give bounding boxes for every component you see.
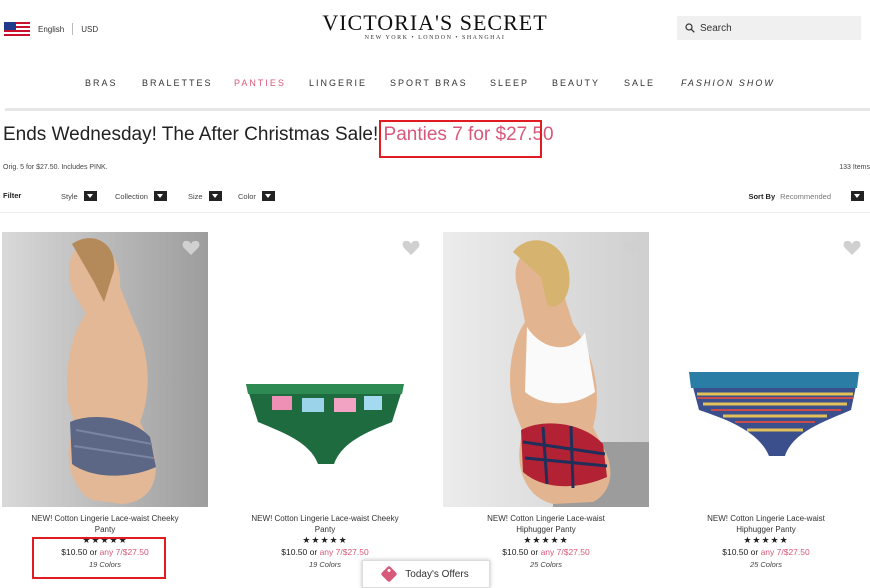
nav-item-panties[interactable]: PANTIES: [234, 78, 286, 88]
highlight-box: [379, 120, 542, 158]
offer-details: Orig. 5 for $27.50. Includes PINK.: [3, 164, 108, 171]
sort-label: Sort By: [748, 191, 776, 201]
sort-dropdown[interactable]: Sort By Recommended: [748, 189, 864, 203]
nav-item-sleep[interactable]: SLEEP: [490, 78, 529, 88]
product-name[interactable]: NEW! Cotton Lingerie Lace-waist Cheeky P…: [2, 513, 208, 535]
product-name-line: NEW! Cotton Lingerie Lace-waist: [487, 514, 605, 523]
todays-offers-button[interactable]: Today's Offers: [362, 560, 490, 588]
chevron-down-icon[interactable]: [83, 191, 97, 201]
product-name[interactable]: NEW! Cotton Lingerie Lace-waist Hiphugge…: [443, 513, 649, 535]
filter-color[interactable]: Color: [238, 189, 275, 203]
product-name-line: NEW! Cotton Lingerie Lace-waist Cheeky: [31, 514, 179, 523]
price-value: $10.50 or: [281, 547, 318, 557]
filter-style-label: Style: [61, 191, 78, 201]
model-photo: [510, 240, 649, 507]
filter-label: Filter: [3, 191, 22, 200]
item-count: 133 Items: [839, 164, 870, 171]
nav-item-bralettes[interactable]: BRALETTES: [142, 78, 213, 88]
search-box[interactable]: [677, 16, 861, 40]
product-name[interactable]: NEW! Cotton Lingerie Lace-waist Cheeky P…: [222, 513, 428, 535]
filter-bar: Filter Style Collection Size Color Sort …: [0, 189, 870, 205]
heart-icon[interactable]: [402, 240, 420, 256]
nav-item-sale[interactable]: SALE: [624, 78, 655, 88]
heart-icon[interactable]: [623, 240, 641, 256]
nav-item-lingerie[interactable]: LINGERIE: [309, 78, 367, 88]
product-name-line: NEW! Cotton Lingerie Lace-waist Cheeky: [251, 514, 399, 523]
top-bar: English USD VICTORIA'S SECRET NEW YORK •…: [0, 0, 870, 60]
sort-value: Recommended: [780, 191, 831, 201]
chevron-down-icon[interactable]: [153, 191, 167, 201]
nav-item-beauty[interactable]: BEAUTY: [552, 78, 600, 88]
main-nav: BRAS BRALETTES PANTIES LINGERIE SPORT BR…: [0, 78, 870, 92]
search-input[interactable]: [700, 22, 840, 34]
product-name-line: NEW! Cotton Lingerie Lace-waist: [707, 514, 825, 523]
price-value: $10.50 or: [502, 547, 539, 557]
product-name[interactable]: NEW! Cotton Lingerie Lace-waist Hiphugge…: [663, 513, 869, 535]
nav-item-sport-bras[interactable]: SPORT BRAS: [390, 78, 468, 88]
filter-collection[interactable]: Collection: [115, 189, 167, 203]
product-name-line: Panty: [94, 525, 116, 534]
offer-price: any 7/$27.50: [760, 547, 810, 557]
product-image[interactable]: [222, 232, 428, 507]
product-image[interactable]: [443, 232, 649, 507]
divider: [5, 108, 870, 111]
todays-offers-label: Today's Offers: [405, 568, 469, 580]
product-name-line: Panty: [314, 525, 336, 534]
star-rating: ★★★★★: [523, 535, 569, 545]
price-tag-icon: [380, 565, 398, 583]
price-value: $10.50 or: [722, 547, 759, 557]
product-name-line: Hiphugger Panty: [516, 525, 576, 534]
product-name-line: Hiphugger Panty: [736, 525, 796, 534]
filter-style[interactable]: Style: [61, 189, 97, 203]
chevron-down-icon[interactable]: [851, 191, 864, 201]
sale-headline: Ends Wednesday! The After Christmas Sale…: [3, 124, 379, 145]
nav-item-bras[interactable]: BRAS: [85, 78, 118, 88]
offer-price: any 7/$27.50: [540, 547, 590, 557]
offer-price: any 7/$27.50: [319, 547, 369, 557]
model-photo: [66, 238, 156, 504]
filter-size-label: Size: [188, 191, 203, 201]
filter-color-label: Color: [238, 191, 256, 201]
star-rating: ★★★★★: [302, 535, 348, 545]
panty-photo: [689, 372, 859, 456]
nav-item-fashion-show[interactable]: FASHION SHOW: [681, 78, 775, 88]
product-price: $10.50 or any 7/$27.50: [663, 547, 869, 557]
color-count[interactable]: 25 Colors: [663, 560, 869, 569]
heart-icon[interactable]: [843, 240, 861, 256]
panty-photo: [246, 384, 404, 464]
divider: [0, 212, 870, 213]
product-price: $10.50 or any 7/$27.50: [222, 547, 428, 557]
filter-size[interactable]: Size: [188, 189, 222, 203]
star-rating: ★★★★★: [743, 535, 789, 545]
product-image[interactable]: [2, 232, 208, 507]
chevron-down-icon[interactable]: [208, 191, 222, 201]
chevron-down-icon[interactable]: [261, 191, 275, 201]
product-price: $10.50 or any 7/$27.50: [443, 547, 649, 557]
heart-icon[interactable]: [182, 240, 200, 256]
highlight-box: [32, 537, 166, 579]
search-icon: [685, 23, 695, 33]
filter-collection-label: Collection: [115, 191, 148, 201]
product-image[interactable]: [663, 232, 869, 507]
